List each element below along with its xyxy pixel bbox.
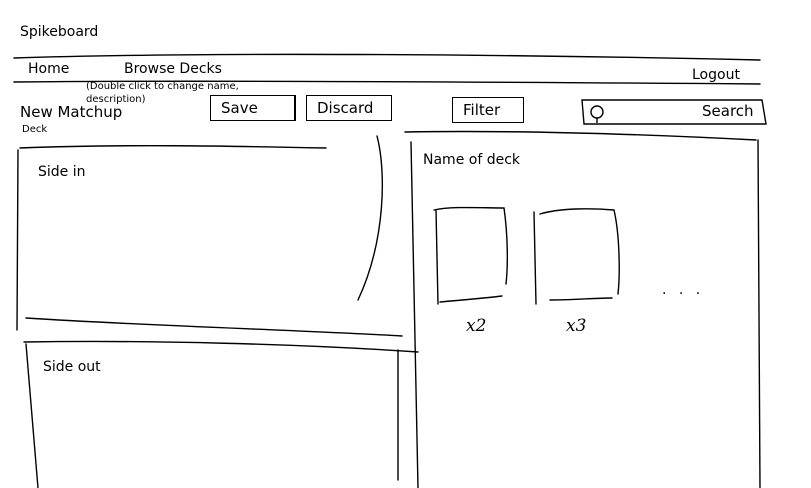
logout-link[interactable]: Logout <box>692 67 740 83</box>
side-out-panel[interactable] <box>30 348 390 478</box>
card-outline <box>433 206 509 305</box>
discard-label: Discard <box>317 99 374 117</box>
nav-browse-decks[interactable]: Browse Decks <box>124 61 222 77</box>
discard-button[interactable]: Discard <box>306 95 392 121</box>
search-input[interactable]: Search <box>584 101 764 123</box>
save-button[interactable]: Save <box>210 95 296 121</box>
app-title: Spikeboard <box>20 24 99 40</box>
deck-card[interactable] <box>432 206 510 306</box>
card-count: x2 <box>466 316 487 336</box>
nav-home[interactable]: Home <box>28 61 69 77</box>
card-count: x3 <box>566 316 587 336</box>
filter-label: Filter <box>463 101 501 119</box>
deck-name[interactable]: Name of deck <box>423 152 520 168</box>
card-outline <box>533 208 620 305</box>
side-in-panel[interactable] <box>24 152 374 312</box>
save-label: Save <box>221 99 258 117</box>
search-icon <box>588 104 606 128</box>
more-cards-ellipsis: . . . <box>662 282 705 298</box>
deck-card[interactable] <box>530 206 624 306</box>
filter-button[interactable]: Filter <box>452 97 524 123</box>
search-label: Search <box>702 102 754 120</box>
matchup-subtitle[interactable]: Deck <box>22 124 47 135</box>
